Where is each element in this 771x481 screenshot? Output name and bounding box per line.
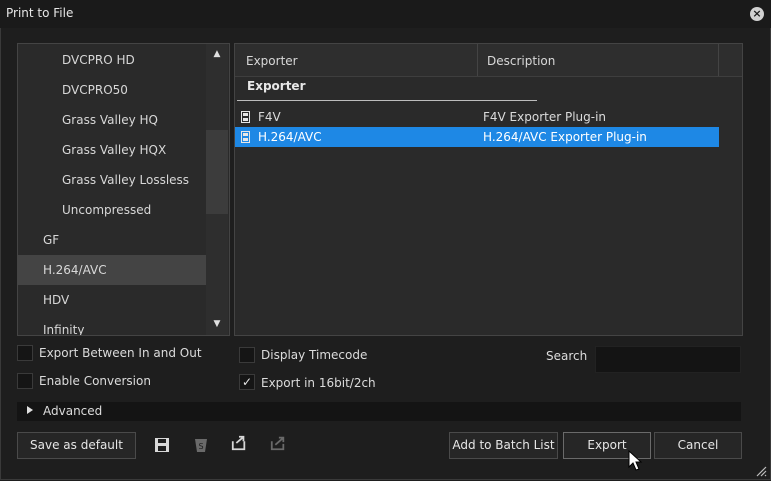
row-description: F4V Exporter Plug-in	[483, 110, 607, 124]
tree-item-label: Infinity	[43, 323, 85, 336]
tree-item[interactable]: HDV	[18, 285, 206, 315]
column-header-description[interactable]: Description	[487, 44, 555, 76]
format-tree[interactable]: DVCPRO HD DVCPRO50 Grass Valley HQ Grass…	[17, 43, 230, 336]
mouse-cursor-icon	[628, 450, 643, 471]
row-description: H.264/AVC Exporter Plug-in	[483, 130, 647, 144]
row-name: F4V	[258, 110, 281, 124]
enable-conversion-checkbox[interactable]	[17, 373, 33, 389]
film-icon	[241, 131, 250, 143]
table-row[interactable]: F4V F4V Exporter Plug-in	[235, 107, 719, 127]
tree-item-selected[interactable]: H.264/AVC	[18, 255, 206, 285]
column-header-exporter[interactable]: Exporter	[246, 44, 298, 76]
tree-item[interactable]: DVCPRO HD	[18, 45, 206, 75]
tree-item-label: DVCPRO50	[62, 83, 128, 97]
import-preset-icon[interactable]	[231, 435, 247, 451]
row-name: H.264/AVC	[258, 130, 322, 144]
tree-item-label: H.264/AVC	[43, 263, 107, 277]
tree-item[interactable]: GF	[18, 225, 206, 255]
title-bar	[0, 0, 771, 28]
tree-item-label: GF	[43, 233, 60, 247]
tree-scrollbar[interactable]: ▲ ▼	[206, 44, 228, 335]
tree-item[interactable]: Uncompressed	[18, 195, 206, 225]
column-divider[interactable]	[477, 44, 478, 76]
tree-item[interactable]: Grass Valley HQ	[18, 105, 206, 135]
add-to-batch-button[interactable]: Add to Batch List	[449, 432, 558, 459]
save-icon[interactable]	[154, 437, 170, 453]
tree-item-label: HDV	[43, 293, 70, 307]
close-icon[interactable]: ×	[750, 7, 764, 21]
column-divider[interactable]	[718, 44, 719, 76]
export-16bit-checkbox[interactable]: ✓	[239, 374, 255, 390]
table-header: Exporter Description	[235, 44, 742, 77]
export-between-label: Export Between In and Out	[39, 346, 202, 360]
export-16bit-label: Export in 16bit/2ch	[261, 376, 376, 390]
tree-item-label: Grass Valley HQ	[62, 113, 158, 127]
scroll-thumb[interactable]	[206, 130, 228, 214]
delete-preset-icon: S	[195, 439, 207, 452]
cancel-button[interactable]: Cancel	[654, 432, 742, 459]
group-header: Exporter	[247, 79, 306, 93]
search-input[interactable]	[595, 346, 741, 373]
save-as-default-button[interactable]: Save as default	[17, 432, 136, 459]
group-underline	[237, 100, 537, 101]
tree-item[interactable]: Grass Valley HQX	[18, 135, 206, 165]
display-timecode-label: Display Timecode	[261, 348, 368, 362]
tree-item-label: Uncompressed	[62, 203, 152, 217]
search-label: Search	[546, 349, 588, 363]
svg-text:S: S	[198, 442, 203, 451]
export-between-checkbox[interactable]	[17, 345, 33, 361]
advanced-label: Advanced	[43, 404, 103, 418]
advanced-expander[interactable]: Advanced	[17, 402, 741, 421]
resize-grip-icon[interactable]	[755, 465, 767, 477]
window-title: Print to File	[6, 6, 74, 20]
enable-conversion-label: Enable Conversion	[39, 374, 151, 388]
table-row-selected[interactable]: H.264/AVC H.264/AVC Exporter Plug-in	[235, 127, 719, 147]
tree-item-label: Grass Valley HQX	[62, 143, 167, 157]
display-timecode-checkbox[interactable]	[239, 347, 255, 363]
scroll-up-icon[interactable]: ▲	[206, 46, 228, 62]
tree-item[interactable]: Grass Valley Lossless	[18, 165, 206, 195]
export-preset-icon	[270, 436, 285, 451]
exporter-table: Exporter Description Exporter F4V F4V Ex…	[234, 43, 743, 336]
tree-item-label: Grass Valley Lossless	[62, 173, 190, 187]
tree-item[interactable]: DVCPRO50	[18, 75, 206, 105]
scroll-down-icon[interactable]: ▼	[206, 316, 228, 332]
tree-item-label: DVCPRO HD	[62, 53, 135, 67]
expand-triangle-icon	[27, 406, 33, 414]
tree-item[interactable]: Infinity	[18, 315, 206, 336]
film-icon	[241, 111, 250, 123]
